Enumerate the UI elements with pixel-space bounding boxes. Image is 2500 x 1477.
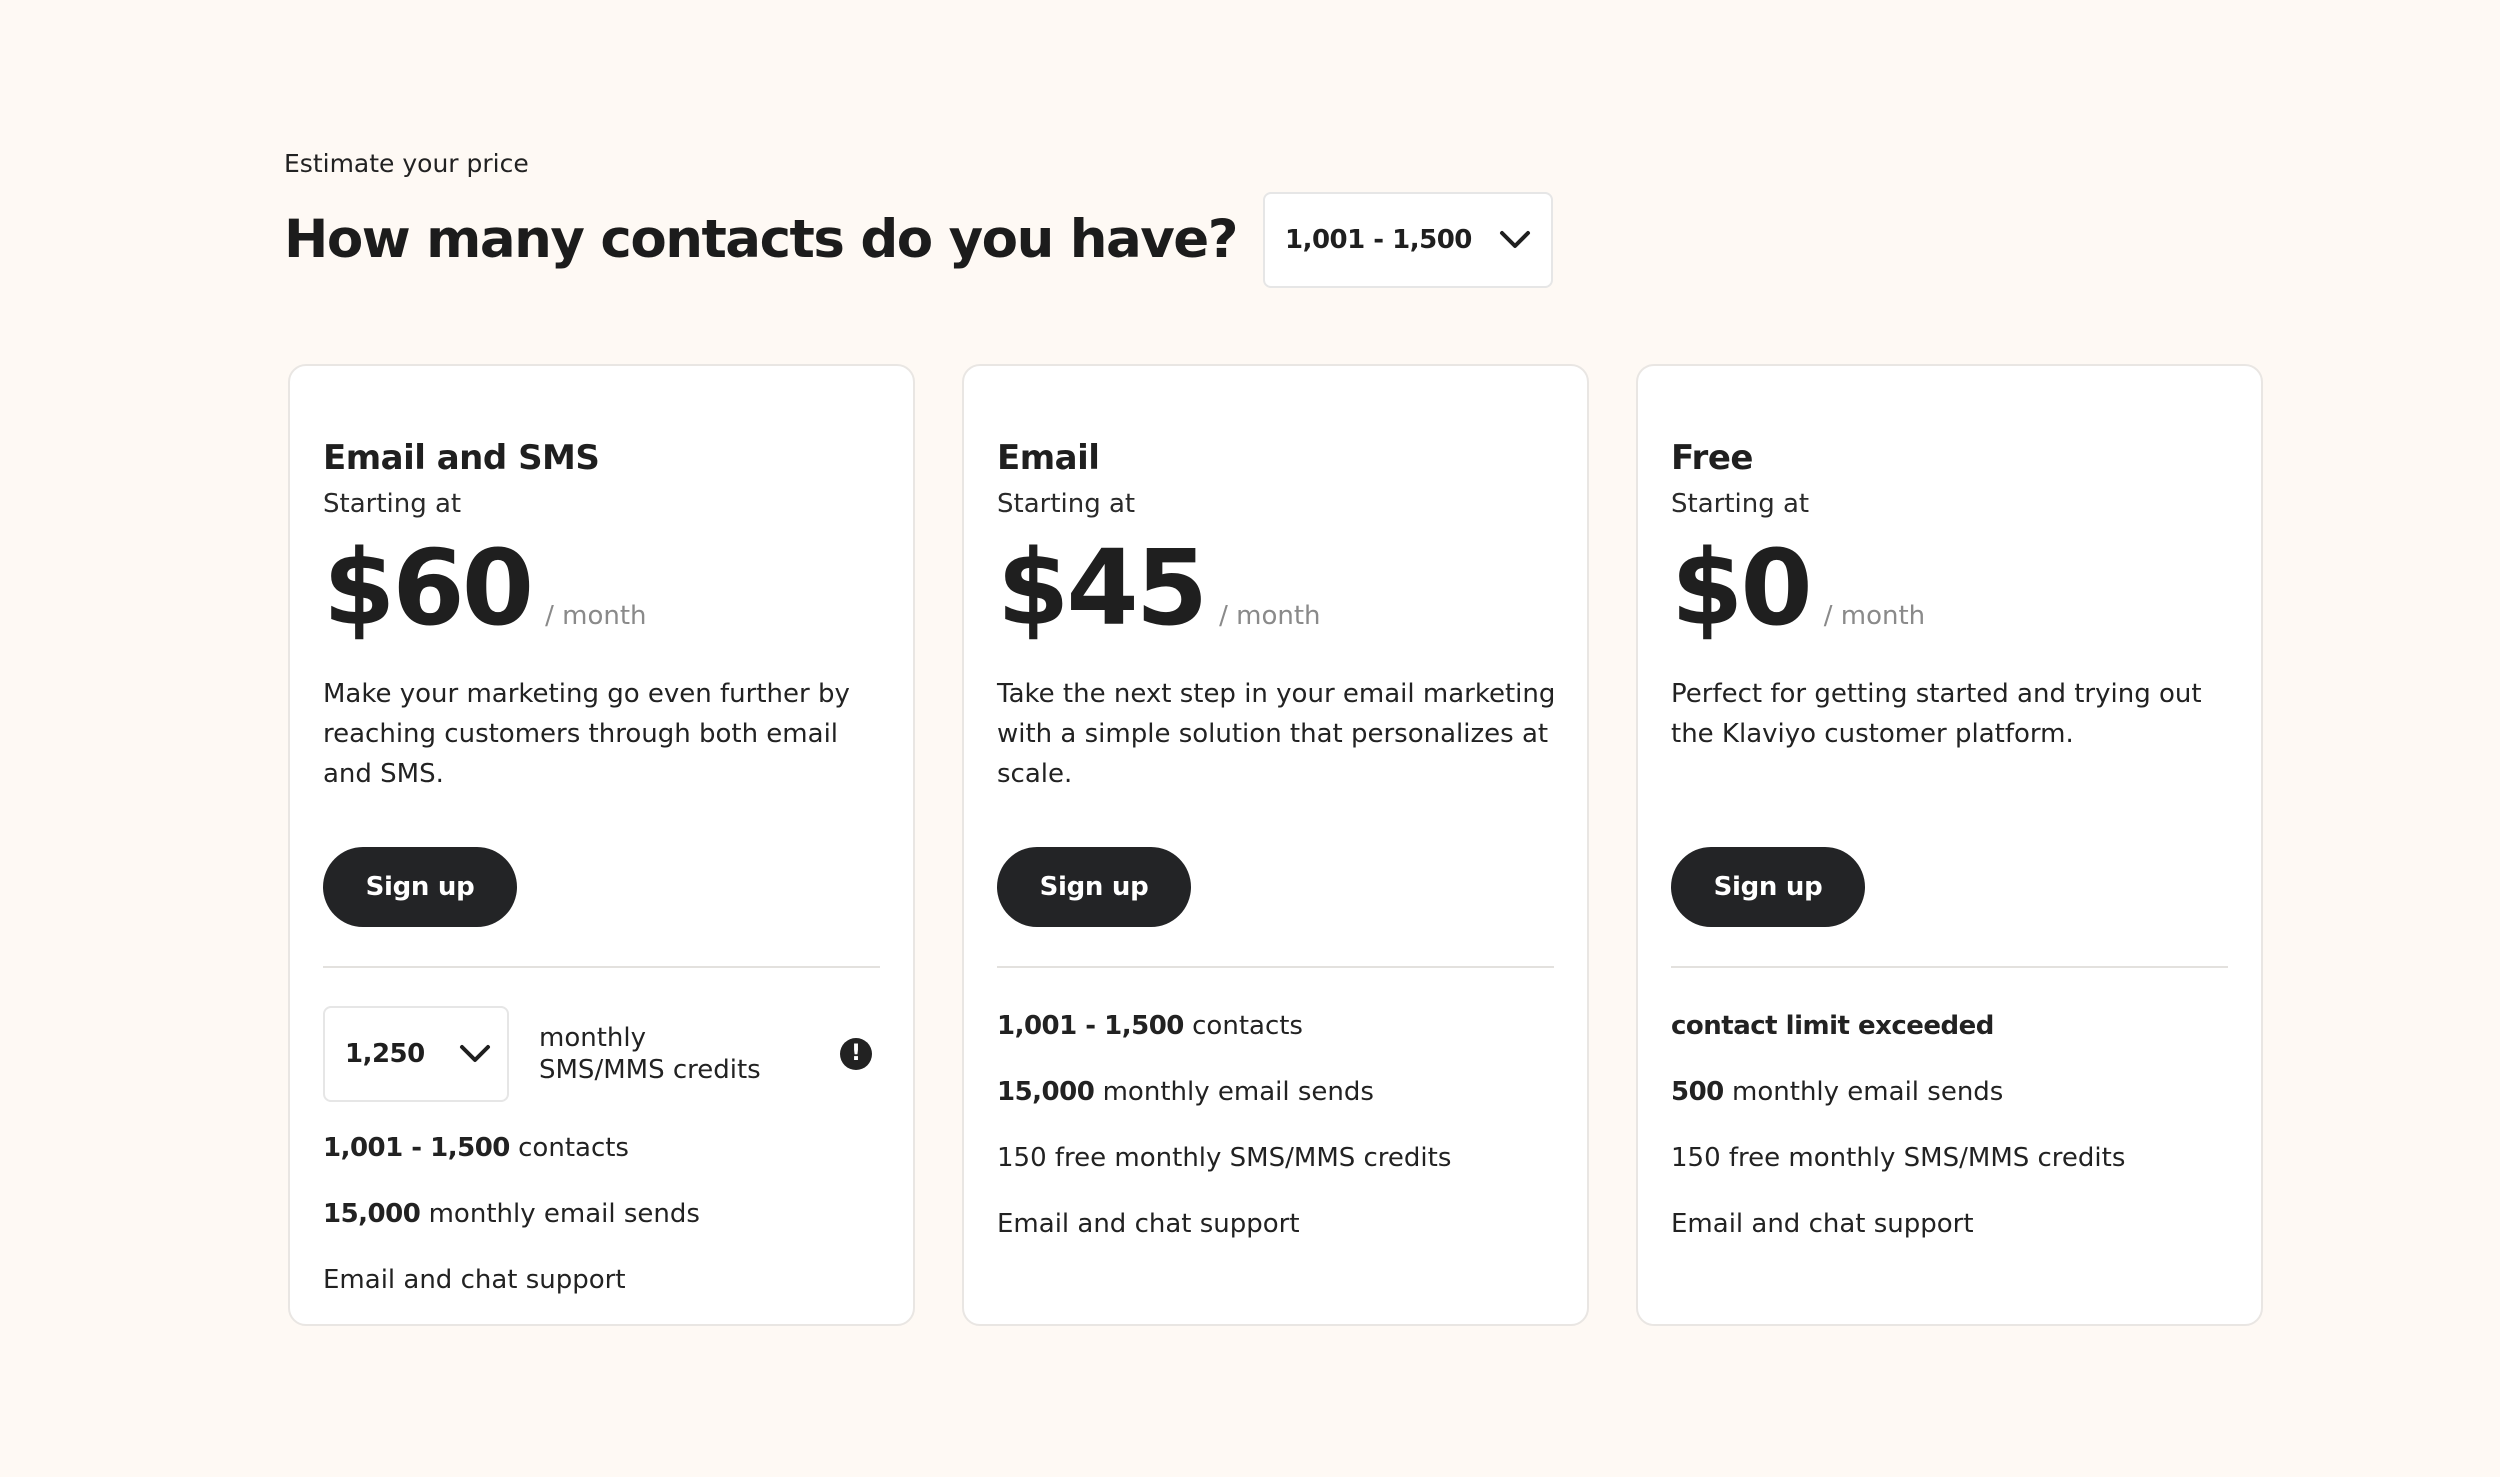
chevron-down-icon (460, 1045, 490, 1062)
feature-item-sms-credits: 150 free monthly SMS/MMS credits (997, 1138, 1554, 1204)
contacts-select[interactable]: 1,001 - 1,500 (1263, 192, 1553, 288)
pricing-cards: Email and SMS Starting at $60 / month Ma… (288, 364, 2263, 1326)
plan-price: $60 (323, 527, 534, 649)
plan-card-email: Email Starting at $45 / month Take the n… (962, 364, 1589, 1326)
feature-item-contact-limit: contact limit exceeded (1671, 1006, 2228, 1072)
feature-item-contacts: 1,001 - 1,500 contacts (323, 1128, 880, 1194)
feature-text: Email and chat support (997, 1209, 1300, 1239)
plan-price: $0 (1671, 527, 1813, 649)
price-row: $60 / month (323, 528, 647, 648)
sms-credits-label: monthly SMS/MMS credits (539, 1023, 761, 1085)
feature-text: 150 free monthly SMS/MMS credits (997, 1143, 1452, 1173)
contacts-select-value: 1,001 - 1,500 (1285, 225, 1472, 255)
feature-list: 1,001 - 1,500 contacts 15,000 monthly em… (323, 1128, 880, 1326)
feature-item-email-sends: 15,000 monthly email sends (997, 1072, 1554, 1138)
feature-value: 15,000 (997, 1077, 1095, 1107)
plan-name: Free (1671, 438, 1753, 478)
plan-card-email-and-sms: Email and SMS Starting at $60 / month Ma… (288, 364, 915, 1326)
feature-value: contact limit exceeded (1671, 1011, 1994, 1041)
price-period: / month (545, 601, 647, 631)
feature-value: 1,001 - 1,500 (997, 1011, 1184, 1041)
feature-item-sms-credits: 150 free monthly SMS/MMS credits (1671, 1138, 2228, 1204)
plan-name: Email and SMS (323, 438, 600, 478)
card-divider (323, 966, 880, 968)
price-period: / month (1219, 601, 1321, 631)
feature-text: contacts (1183, 1011, 1303, 1041)
feature-value: 500 (1671, 1077, 1724, 1107)
card-divider (997, 966, 1554, 968)
price-period: / month (1823, 601, 1926, 631)
card-divider (1671, 966, 2228, 968)
pricing-header: Estimate your price How many contacts do… (284, 146, 1553, 288)
feature-text: 150 free monthly SMS/MMS credits (1671, 1143, 2126, 1173)
eyebrow-label: Estimate your price (284, 149, 529, 178)
plan-card-free: Free Starting at $0 / month Perfect for … (1636, 364, 2263, 1326)
plan-name: Email (997, 438, 1100, 478)
price-row: $45 / month (997, 528, 1321, 648)
plan-description: Take the next step in your email marketi… (997, 679, 1556, 789)
feature-item-support: Email and chat support (323, 1260, 880, 1326)
feature-text: monthly email sends (420, 1199, 700, 1229)
feature-item-email-sends: 500 monthly email sends (1671, 1072, 2228, 1138)
chevron-down-icon (1500, 231, 1530, 248)
feature-item-support: Email and chat support (1671, 1204, 2228, 1270)
feature-item-contacts: 1,001 - 1,500 contacts (997, 1006, 1554, 1072)
feature-item-support: Email and chat support (997, 1204, 1554, 1270)
sign-up-button[interactable]: Sign up (997, 847, 1191, 927)
price-row: $0 / month (1671, 528, 1925, 648)
feature-item-email-sends: 15,000 monthly email sends (323, 1194, 880, 1260)
starting-at-label: Starting at (1671, 489, 1810, 519)
feature-text: monthly email sends (1094, 1077, 1374, 1107)
sms-credits-select-value: 1,250 (345, 1039, 425, 1069)
feature-value: 1,001 - 1,500 (323, 1133, 510, 1163)
sign-up-button[interactable]: Sign up (1671, 847, 1865, 927)
feature-text: contacts (509, 1133, 629, 1163)
sms-credits-select[interactable]: 1,250 (323, 1006, 509, 1102)
feature-list: contact limit exceeded 500 monthly email… (1671, 1006, 2228, 1270)
feature-text: Email and chat support (323, 1265, 626, 1295)
feature-text: monthly email sends (1723, 1077, 2004, 1107)
info-icon[interactable]: ! (840, 1038, 872, 1070)
sms-credits-row: 1,250 monthly SMS/MMS credits ! (323, 1006, 880, 1102)
plan-price: $45 (997, 527, 1208, 649)
feature-list: 1,001 - 1,500 contacts 15,000 monthly em… (997, 1006, 1554, 1270)
plan-description: Make your marketing go even further by r… (323, 679, 850, 789)
page-title: How many contacts do you have? (284, 209, 1239, 270)
feature-value: 15,000 (323, 1199, 421, 1229)
starting-at-label: Starting at (323, 489, 462, 519)
plan-description: Perfect for getting started and trying o… (1671, 679, 2202, 749)
title-row: How many contacts do you have? 1,001 - 1… (284, 192, 1553, 288)
sign-up-button[interactable]: Sign up (323, 847, 517, 927)
feature-text: Email and chat support (1671, 1209, 1974, 1239)
starting-at-label: Starting at (997, 489, 1136, 519)
